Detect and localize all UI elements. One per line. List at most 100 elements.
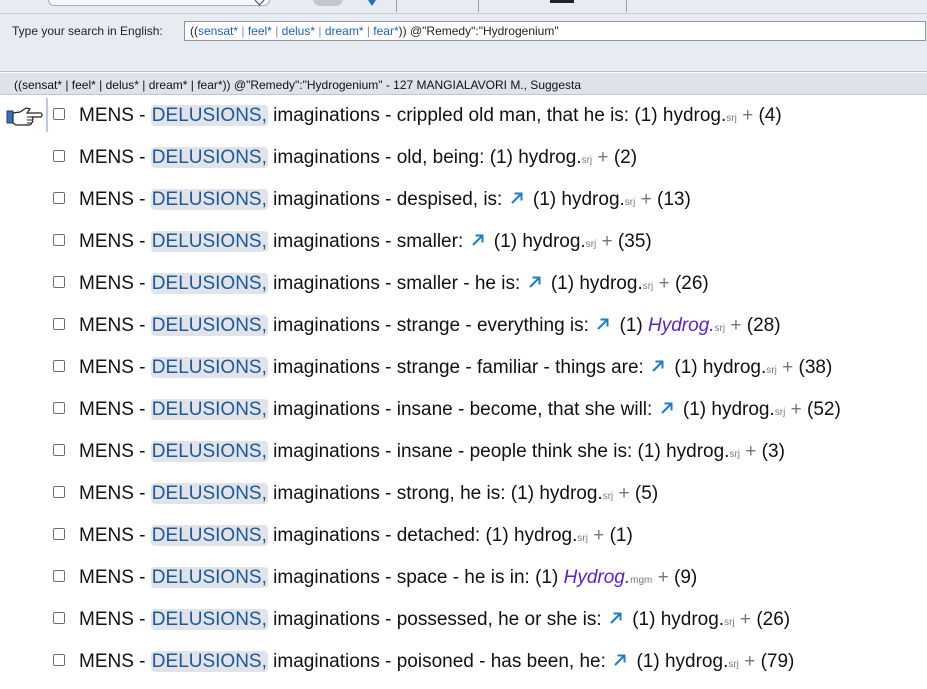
row-checkbox[interactable] [53, 486, 65, 498]
northeast-arrow-icon[interactable] [612, 652, 628, 668]
remedy-name[interactable]: hydrog. [661, 609, 724, 630]
result-row[interactable]: MENS - DELUSIONS, imaginations - space -… [0, 558, 927, 600]
remedy-source-abbr: srj [766, 365, 777, 376]
result-row[interactable]: MENS - DELUSIONS, imaginations - cripple… [0, 96, 927, 138]
rubric-separator: - [133, 105, 151, 126]
remedy-count-grade: (1) [674, 357, 698, 378]
rubric-description: imaginations - insane - people think she… [267, 441, 633, 462]
expand-plus[interactable]: + [742, 105, 753, 126]
row-checkbox[interactable] [53, 444, 65, 456]
expand-plus[interactable]: + [659, 273, 670, 294]
result-row[interactable]: MENS - DELUSIONS, imaginations - possess… [0, 600, 927, 642]
remedy-count-grade: (1) [550, 273, 575, 294]
expand-plus[interactable]: + [619, 483, 630, 504]
remedy-name[interactable]: hydrog. [663, 105, 726, 126]
remedy-name[interactable]: hydrog. [703, 357, 766, 378]
remedy-name[interactable]: hydrog. [518, 147, 581, 168]
search-input[interactable]: ((sensat* | feel* | delus* | dream* | fe… [184, 21, 926, 41]
rubric-text: MENS - DELUSIONS, imaginations - possess… [79, 608, 790, 635]
remedy-count-grade: (1) [636, 651, 660, 672]
repertory-dropdown[interactable] [48, 0, 270, 6]
remedy-name[interactable]: hydrog. [579, 273, 642, 294]
remedy-name[interactable]: hydrog. [514, 525, 577, 546]
expand-plus[interactable]: + [791, 399, 802, 420]
row-checkbox[interactable] [53, 528, 65, 540]
northeast-arrow-icon[interactable] [595, 316, 611, 332]
remedy-source-abbr: srj [602, 491, 614, 502]
remedy-name[interactable]: hydrog. [711, 399, 774, 420]
expand-plus[interactable]: + [730, 315, 741, 336]
toolbar-toggle[interactable] [313, 0, 343, 6]
rubric-text: MENS - DELUSIONS, imaginations - strange… [79, 356, 832, 383]
expand-plus[interactable]: + [782, 357, 793, 378]
toolbar [0, 0, 927, 14]
result-row[interactable]: MENS - DELUSIONS, imaginations - strange… [0, 348, 927, 390]
rubric-separator: - [133, 525, 151, 546]
rubric-description: imaginations - smaller - he is: [267, 273, 521, 294]
result-row[interactable]: MENS - DELUSIONS, imaginations - insane … [0, 432, 927, 474]
result-row[interactable]: MENS - DELUSIONS, imaginations - strange… [0, 306, 927, 348]
remedy-name[interactable]: hydrog. [522, 231, 585, 252]
expand-plus[interactable]: + [658, 567, 669, 588]
row-checkbox[interactable] [53, 360, 65, 372]
rubric-description: imaginations - space - he is in: [267, 567, 530, 588]
row-checkbox[interactable] [53, 570, 65, 582]
northeast-arrow-icon[interactable] [527, 274, 543, 290]
remedy-count-grade: (1) [632, 609, 656, 630]
row-checkbox[interactable] [53, 654, 65, 666]
rubric-section: MENS [79, 441, 134, 462]
remedy-name[interactable]: Hydrog. [648, 315, 715, 336]
rubric-separator: - [133, 357, 151, 378]
expand-plus[interactable]: + [602, 231, 613, 252]
row-checkbox[interactable] [53, 402, 65, 414]
result-row[interactable]: MENS - DELUSIONS, imaginations - detache… [0, 516, 927, 558]
row-checkbox[interactable] [53, 612, 65, 624]
row-checkbox[interactable] [53, 276, 65, 288]
result-row[interactable]: MENS - DELUSIONS, imaginations - despise… [0, 180, 927, 222]
northeast-arrow-icon[interactable] [509, 190, 525, 206]
rubric-text: MENS - DELUSIONS, imaginations - space -… [79, 566, 697, 593]
rubric-keyword-highlight: DELUSIONS, [150, 147, 268, 168]
row-checkbox[interactable] [53, 192, 65, 204]
result-row[interactable]: MENS - DELUSIONS, imaginations - smaller… [0, 222, 927, 264]
search-bar: Type your search in English: ((sensat* |… [0, 14, 927, 72]
expand-plus[interactable]: + [740, 609, 751, 630]
expand-plus[interactable]: + [745, 441, 756, 462]
remedy-name[interactable]: hydrog. [561, 189, 624, 210]
arrow-down-icon[interactable] [368, 0, 376, 6]
expand-plus[interactable]: + [744, 651, 755, 672]
result-row[interactable]: MENS - DELUSIONS, imaginations - poisone… [0, 642, 927, 684]
row-checkbox[interactable] [53, 108, 65, 120]
total-remedies-count: (13) [657, 189, 691, 210]
rubric-keyword-highlight: DELUSIONS, [150, 189, 268, 210]
remedy-name[interactable]: hydrog. [666, 441, 729, 462]
rubric-text: MENS - DELUSIONS, imaginations - insane … [79, 440, 785, 467]
row-checkbox[interactable] [53, 150, 65, 162]
rubric-keyword-highlight: DELUSIONS, [150, 609, 268, 630]
rubric-text: MENS - DELUSIONS, imaginations - strange… [79, 314, 781, 341]
rubric-section: MENS [79, 651, 134, 672]
rubric-description: imaginations - detached: [267, 525, 481, 546]
search-label: Type your search in English: [12, 24, 163, 38]
rubric-keyword-highlight: DELUSIONS, [150, 567, 268, 588]
northeast-arrow-icon[interactable] [608, 610, 624, 626]
expand-plus[interactable]: + [597, 147, 608, 168]
result-row[interactable]: MENS - DELUSIONS, imaginations - old, be… [0, 138, 927, 180]
remedy-name[interactable]: hydrog. [539, 483, 602, 504]
row-checkbox[interactable] [53, 234, 65, 246]
northeast-arrow-icon[interactable] [659, 400, 675, 416]
rubric-section: MENS [79, 105, 134, 126]
expand-plus[interactable]: + [593, 525, 604, 546]
remedy-count-grade: (1) [634, 105, 658, 126]
result-row[interactable]: MENS - DELUSIONS, imaginations - insane … [0, 390, 927, 432]
expand-plus[interactable]: + [641, 189, 652, 210]
northeast-arrow-icon[interactable] [470, 232, 486, 248]
row-checkbox[interactable] [53, 318, 65, 330]
toolbar-button[interactable] [550, 0, 574, 3]
remedy-name[interactable]: hydrog. [665, 651, 728, 672]
result-row[interactable]: MENS - DELUSIONS, imaginations - smaller… [0, 264, 927, 306]
northeast-arrow-icon[interactable] [650, 358, 666, 374]
remedy-name[interactable]: Hydrog. [564, 567, 631, 588]
result-row[interactable]: MENS - DELUSIONS, imaginations - strong,… [0, 474, 927, 516]
rubric-keyword-highlight: DELUSIONS, [150, 315, 268, 336]
